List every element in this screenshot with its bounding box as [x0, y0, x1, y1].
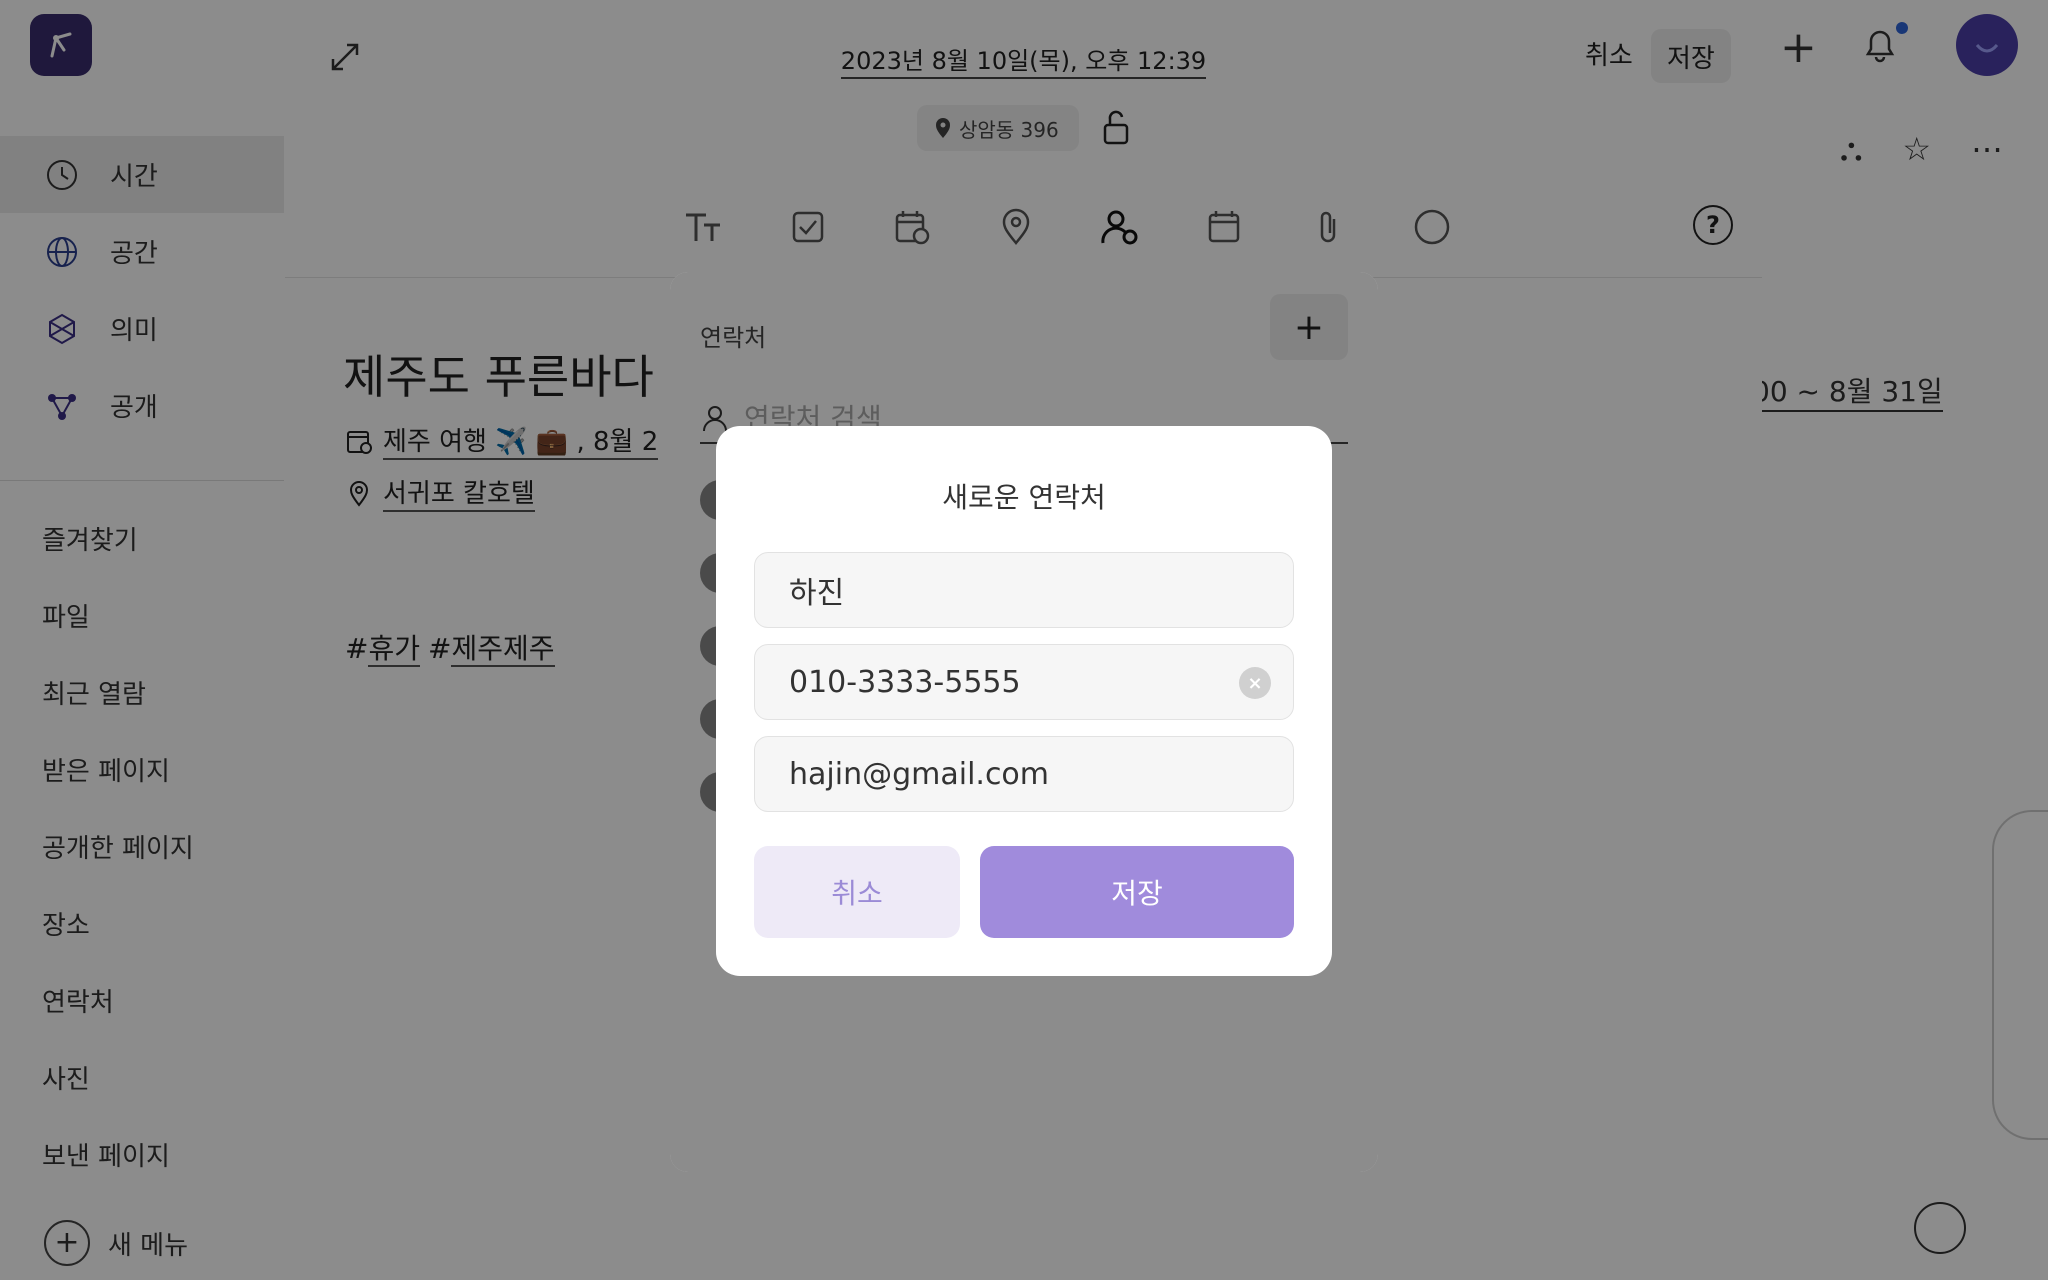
email-field[interactable]	[754, 736, 1294, 812]
new-contact-modal: 새로운 연락처 × 취소 저장	[716, 426, 1332, 976]
name-field[interactable]	[754, 552, 1294, 628]
cancel-button[interactable]: 취소	[754, 846, 960, 938]
phone-field[interactable]: ×	[754, 644, 1294, 720]
phone-input[interactable]	[789, 664, 1209, 700]
name-input[interactable]	[789, 572, 1209, 608]
clear-icon[interactable]: ×	[1239, 667, 1271, 699]
save-button[interactable]: 저장	[980, 846, 1294, 938]
email-input[interactable]	[789, 756, 1209, 792]
modal-title: 새로운 연락처	[942, 481, 1106, 514]
